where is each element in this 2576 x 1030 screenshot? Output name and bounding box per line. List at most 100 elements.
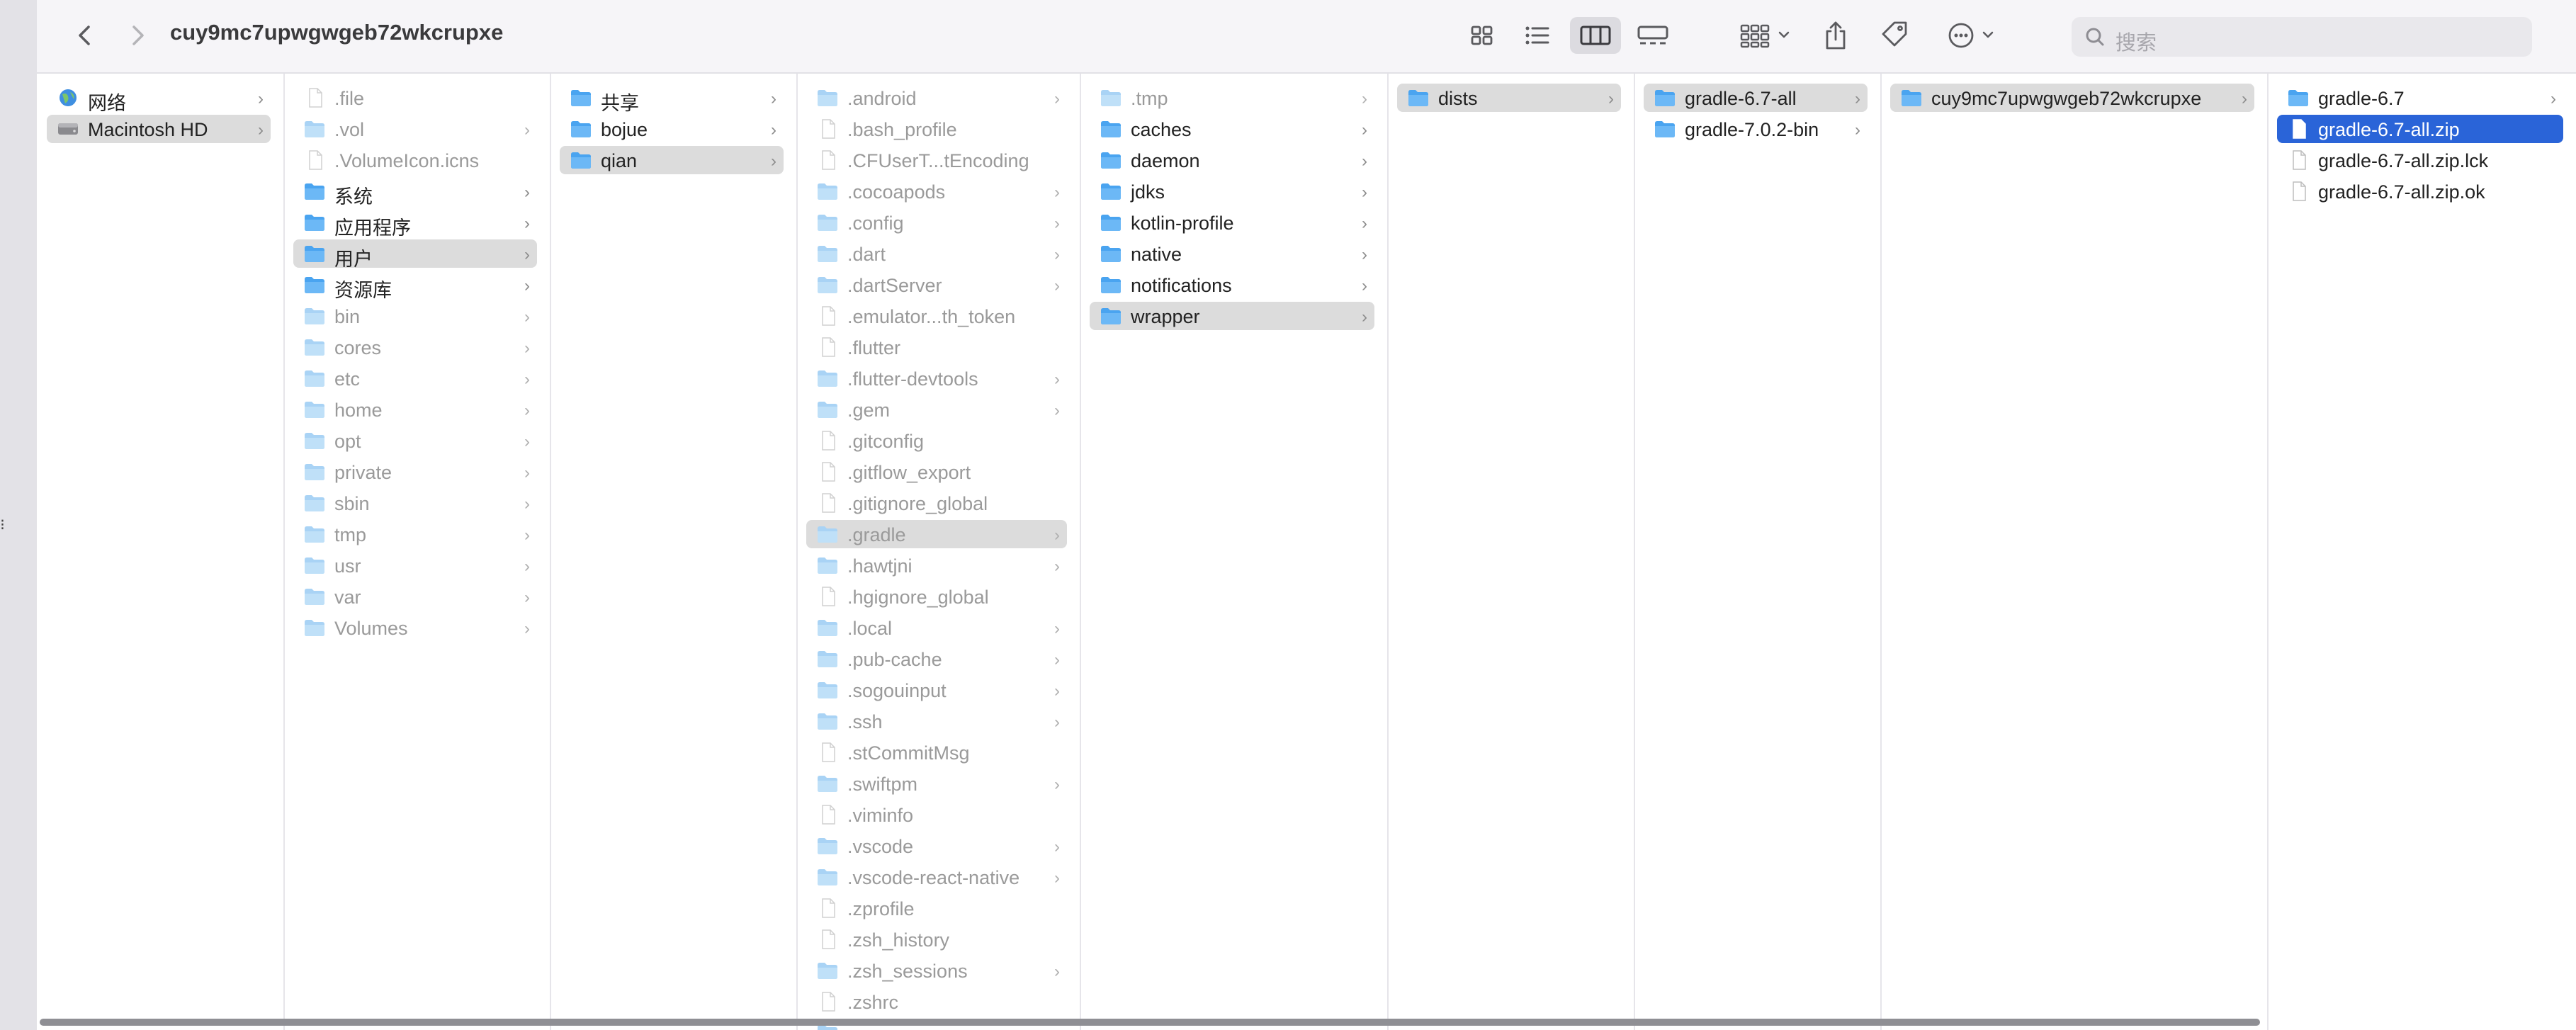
item-label: .sogouinput [847, 680, 947, 701]
folder-row[interactable]: .android › [806, 84, 1067, 112]
folder-row[interactable]: .vol › [293, 115, 537, 143]
file-row[interactable]: .zshrc [806, 987, 1067, 1016]
file-row[interactable]: .gitignore_global [806, 489, 1067, 517]
folder-row[interactable]: kotlin-profile › [1090, 208, 1374, 237]
folder-icon [816, 618, 839, 638]
folder-row[interactable]: native › [1090, 239, 1374, 268]
folder-row[interactable]: bojue › [560, 115, 784, 143]
file-row[interactable]: .hgignore_global [806, 582, 1067, 611]
file-row[interactable]: .gitflow_export [806, 458, 1067, 486]
folder-row[interactable]: qian › [560, 146, 784, 174]
folder-icon [303, 368, 326, 388]
folder-icon [1100, 119, 1122, 139]
folder-row[interactable]: 用户 › [293, 239, 537, 270]
folder-row[interactable]: etc › [293, 364, 537, 392]
folder-row[interactable]: cuy9mc7upwgwgeb72wkcrupxe › [1890, 84, 2254, 112]
file-icon [816, 493, 839, 513]
file-row[interactable]: .CFUserT...tEncoding [806, 146, 1067, 174]
folder-row[interactable]: dists › [1397, 84, 1621, 112]
folder-row[interactable]: .gem › [806, 395, 1067, 424]
forward-button[interactable] [122, 18, 153, 52]
folder-row[interactable]: .swiftpm › [806, 769, 1067, 798]
folder-icon [1100, 306, 1122, 326]
folder-row[interactable]: bin › [293, 302, 537, 330]
folder-row[interactable]: 资源库 › [293, 271, 537, 301]
folder-row[interactable]: .dartServer › [806, 271, 1067, 299]
folder-row[interactable]: .ssh › [806, 707, 1067, 735]
list-view-button[interactable] [1515, 17, 1560, 54]
file-row[interactable]: .bash_profile [806, 115, 1067, 143]
folder-row[interactable]: .config › [806, 208, 1067, 237]
folder-row[interactable]: .zsh_sessions › [806, 956, 1067, 985]
folder-row[interactable]: .gradle › [806, 520, 1067, 548]
file-row[interactable]: .emulator...th_token [806, 302, 1067, 330]
folder-row[interactable]: 系统 › [293, 177, 537, 208]
item-label: gradle-6.7-all [1685, 88, 1797, 109]
folder-row[interactable]: gradle-6.7 › [2277, 84, 2563, 112]
folder-icon [570, 119, 592, 139]
folder-row[interactable]: private › [293, 458, 537, 486]
item-label: gradle-7.0.2-bin [1685, 119, 1819, 140]
file-row[interactable]: .VolumeIcon.icns [293, 146, 537, 174]
folder-row[interactable]: notifications › [1090, 271, 1374, 299]
more-actions-button[interactable] [1944, 17, 2004, 54]
folder-row[interactable]: cores › [293, 333, 537, 361]
item-label: 应用程序 [334, 217, 411, 239]
gallery-view-button[interactable] [1629, 17, 1676, 54]
folder-row[interactable]: .vscode-react-native › [806, 863, 1067, 891]
item-label: jdks [1131, 181, 1165, 203]
folder-row[interactable]: gradle-7.0.2-bin › [1644, 115, 1868, 143]
folder-row[interactable]: usr › [293, 551, 537, 579]
file-row[interactable]: gradle-6.7-all.zip.ok [2277, 177, 2563, 205]
file-row[interactable]: .zsh_history [806, 925, 1067, 953]
group-by-button[interactable] [1737, 17, 1801, 54]
chevron-left-icon [79, 26, 90, 45]
folder-row[interactable]: opt › [293, 426, 537, 455]
folder-row[interactable]: sbin › [293, 489, 537, 517]
folder-row[interactable]: .hawtjni › [806, 551, 1067, 579]
folder-row[interactable]: .vscode › [806, 832, 1067, 860]
folder-row[interactable]: .dart › [806, 239, 1067, 268]
folder-row[interactable]: .tmp › [1090, 84, 1374, 112]
folder-row[interactable]: .local › [806, 613, 1067, 642]
back-button[interactable] [69, 18, 101, 52]
chevron-right-icon: › [524, 183, 530, 202]
folder-row[interactable]: Macintosh HD › [47, 115, 271, 143]
folder-row[interactable]: .flutter-devtools › [806, 364, 1067, 392]
folder-row[interactable]: Volumes › [293, 613, 537, 642]
chevron-right-icon: › [524, 463, 530, 482]
file-row[interactable]: .flutter [806, 333, 1067, 361]
file-icon [2287, 181, 2310, 201]
icon-view-button[interactable] [1459, 17, 1505, 54]
folder-row[interactable]: .pub-cache › [806, 645, 1067, 673]
folder-row[interactable]: .cocoapods › [806, 177, 1067, 205]
chevron-right-icon: › [1362, 307, 1367, 327]
file-row[interactable]: .file [293, 84, 537, 112]
folder-icon [303, 213, 326, 232]
folder-row[interactable]: home › [293, 395, 537, 424]
file-row[interactable]: gradle-6.7-all.zip [2277, 115, 2563, 143]
folder-row[interactable]: daemon › [1090, 146, 1374, 174]
folder-row[interactable]: 网络 › [47, 84, 271, 114]
file-row[interactable]: .viminfo [806, 800, 1067, 829]
drive-icon [57, 119, 79, 139]
folder-row[interactable]: .sogouinput › [806, 676, 1067, 704]
column-view-button[interactable] [1570, 17, 1621, 54]
share-button[interactable] [1818, 17, 1853, 54]
folder-row[interactable]: gradle-6.7-all › [1644, 84, 1868, 112]
search-field[interactable]: 搜索 [2072, 17, 2532, 57]
file-row[interactable]: .gitconfig [806, 426, 1067, 455]
file-row[interactable]: .stCommitMsg [806, 738, 1067, 766]
folder-row[interactable]: caches › [1090, 115, 1374, 143]
folder-row[interactable]: 共享 › [560, 84, 784, 114]
folder-row[interactable]: wrapper › [1090, 302, 1374, 330]
file-row[interactable]: .zprofile [806, 894, 1067, 922]
folder-row[interactable]: tmp › [293, 520, 537, 548]
folder-row[interactable]: jdks › [1090, 177, 1374, 205]
tag-button[interactable] [1876, 17, 1914, 54]
folder-icon [816, 244, 839, 264]
horizontal-scrollbar[interactable] [40, 1019, 2260, 1026]
folder-row[interactable]: 应用程序 › [293, 208, 537, 239]
file-row[interactable]: gradle-6.7-all.zip.lck [2277, 146, 2563, 174]
folder-row[interactable]: var › [293, 582, 537, 611]
